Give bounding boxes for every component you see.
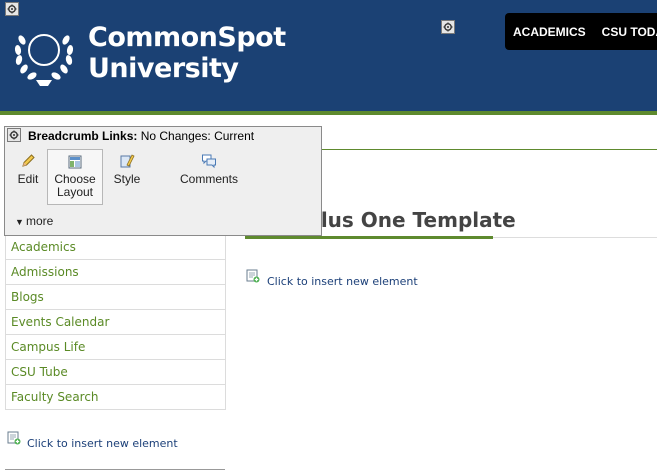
sidebar-item-faculty-search[interactable]: Faculty Search bbox=[5, 385, 226, 410]
topnav-item-academics[interactable]: ACADEMICS bbox=[505, 13, 594, 50]
insert-element-icon[interactable] bbox=[246, 269, 260, 283]
pencil-icon bbox=[22, 154, 35, 167]
more-menu-toggle[interactable]: ▼ more bbox=[15, 214, 53, 228]
sidebar-insert-element-link[interactable]: Click to insert new element bbox=[27, 437, 178, 450]
gear-icon bbox=[9, 130, 19, 140]
popup-title-bold: Breadcrumb Links: bbox=[28, 129, 138, 143]
sidebar-item-csu-tube[interactable]: CSU Tube bbox=[5, 360, 226, 385]
sidebar-bottom-rule bbox=[5, 469, 225, 470]
comments-button-label: Comments bbox=[179, 172, 238, 186]
sidebar-item-campus-life[interactable]: Campus Life bbox=[5, 335, 226, 360]
university-name[interactable]: CommonSpot University bbox=[88, 22, 286, 84]
header-gear-icon[interactable] bbox=[5, 2, 19, 16]
popup-gear-icon[interactable] bbox=[7, 128, 21, 142]
edit-button[interactable]: Edit bbox=[10, 149, 46, 205]
page-root: CommonSpot University ACADEMICS CSU TODA… bbox=[0, 0, 657, 472]
university-name-line2: University bbox=[88, 53, 239, 84]
topnav-item-csu-today[interactable]: CSU TODAY bbox=[594, 13, 657, 50]
insert-element-icon[interactable] bbox=[7, 431, 21, 445]
more-label: more bbox=[26, 214, 54, 228]
style-button-label: Style bbox=[113, 172, 141, 186]
comments-button[interactable]: Comments bbox=[177, 149, 241, 205]
nav-gear-icon[interactable] bbox=[441, 20, 455, 34]
university-seal-logo-icon bbox=[14, 34, 74, 86]
popup-title-status: No Changes: Current bbox=[140, 129, 255, 143]
choose-layout-button-label: Choose Layout bbox=[54, 172, 96, 199]
sidebar-item-admissions[interactable]: Admissions bbox=[5, 260, 226, 285]
choose-layout-button[interactable]: Choose Layout bbox=[47, 149, 103, 205]
comments-icon bbox=[202, 154, 216, 169]
popup-title: Breadcrumb Links: No Changes: Current bbox=[28, 129, 254, 143]
chevron-down-icon: ▼ bbox=[15, 217, 24, 227]
sidebar-item-blogs[interactable]: Blogs bbox=[5, 285, 226, 310]
breadcrumb-element-menu: Breadcrumb Links: No Changes: Current Ed… bbox=[4, 126, 322, 236]
layout-icon bbox=[68, 155, 82, 169]
page-title-rule bbox=[493, 237, 657, 238]
gear-icon bbox=[443, 22, 453, 32]
breadcrumb-rule bbox=[322, 149, 657, 150]
style-button[interactable]: Style bbox=[109, 149, 145, 205]
header-accent-bar bbox=[0, 111, 657, 115]
edit-button-label: Edit bbox=[17, 172, 39, 186]
sidebar-item-academics[interactable]: Academics bbox=[5, 235, 226, 260]
page-title-underline bbox=[245, 236, 493, 239]
university-name-line1: CommonSpot bbox=[88, 22, 286, 53]
top-navigation: ACADEMICS CSU TODAY bbox=[505, 13, 657, 50]
main-insert-element-link[interactable]: Click to insert new element bbox=[267, 275, 418, 288]
gear-icon bbox=[7, 4, 17, 14]
style-brush-icon bbox=[120, 154, 135, 168]
sidebar-item-events-calendar[interactable]: Events Calendar bbox=[5, 310, 226, 335]
